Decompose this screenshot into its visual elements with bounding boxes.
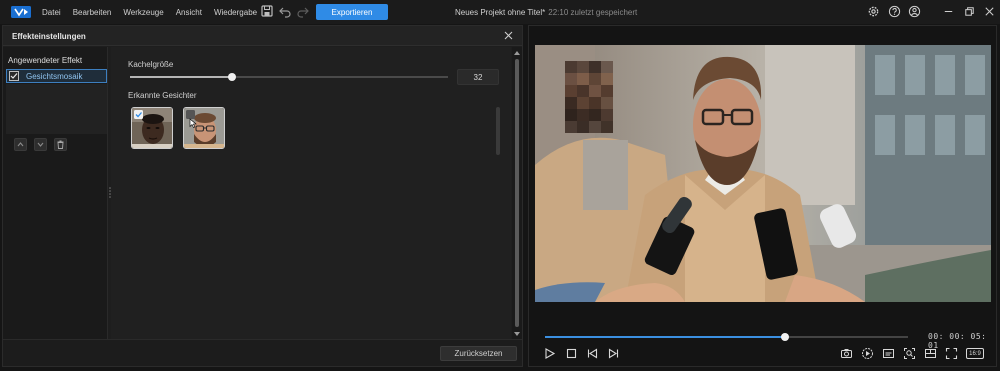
reset-button[interactable]: Zurücksetzen <box>440 346 517 361</box>
tile-size-slider[interactable] <box>130 73 448 81</box>
next-frame-icon[interactable] <box>607 347 620 360</box>
close-panel-icon[interactable] <box>503 30 514 41</box>
panel-title: Effekteinstellungen <box>12 32 86 41</box>
menu-bearbeiten[interactable]: Bearbeiten <box>73 8 112 17</box>
undo-icon[interactable] <box>278 4 292 18</box>
trash-icon <box>57 140 64 149</box>
main-menu: Datei Bearbeiten Werkzeuge Ansicht Wiede… <box>42 0 269 24</box>
effect-checkbox[interactable] <box>9 71 19 81</box>
face-mosaic <box>565 61 613 133</box>
subtitle-icon[interactable] <box>882 347 895 360</box>
play-icon[interactable] <box>543 347 556 360</box>
effect-settings-area: Kachelgröße 32 Erkannte Gesichter <box>111 47 511 339</box>
applied-effect-header: Angewendeter Effekt <box>8 56 83 65</box>
panel-footer: Zurücksetzen <box>3 339 522 366</box>
saved-status: 22:10 zuletzt gespeichert <box>548 7 638 17</box>
help-icon[interactable] <box>888 5 901 18</box>
timeline-progress <box>545 336 785 338</box>
tile-size-label: Kachelgröße <box>128 60 174 69</box>
restore-icon[interactable] <box>963 5 976 18</box>
faces-scrollbar[interactable] <box>496 107 500 155</box>
delete-effect-button[interactable] <box>54 138 67 151</box>
account-icon[interactable] <box>908 5 921 18</box>
chevron-down-icon <box>37 142 44 147</box>
stop-icon[interactable] <box>565 347 578 360</box>
close-window-icon[interactable] <box>983 5 996 18</box>
effect-label: Gesichtsmosaik <box>26 72 83 81</box>
settings-scrollbar[interactable] <box>512 47 522 339</box>
timecode: 00: 00: 05: 01 <box>928 332 987 350</box>
save-icon[interactable] <box>260 4 274 18</box>
snapshot-camera-icon[interactable] <box>840 347 853 360</box>
settings-gear-icon[interactable] <box>867 5 880 18</box>
export-button[interactable]: Exportieren <box>316 4 388 20</box>
face-1-selected-icon <box>134 110 143 119</box>
scroll-up-icon[interactable] <box>512 49 522 57</box>
timeline-scrubber[interactable] <box>545 333 908 341</box>
scroll-down-icon[interactable] <box>512 330 522 338</box>
aspect-ratio-button[interactable]: 16:9 <box>966 348 984 359</box>
project-name: Neues Projekt ohne Titel* <box>455 7 546 17</box>
menu-wiedergabe[interactable]: Wiedergabe <box>214 8 257 17</box>
playback-quality-icon[interactable] <box>861 347 874 360</box>
detected-faces-label: Erkannte Gesichter <box>128 91 197 100</box>
layout-icon[interactable] <box>924 347 937 360</box>
tile-size-slider-knob[interactable] <box>227 73 236 81</box>
tile-size-input[interactable]: 32 <box>457 69 499 85</box>
fullscreen-icon[interactable] <box>945 347 958 360</box>
minimize-icon[interactable] <box>942 5 955 18</box>
detected-face-2[interactable] <box>183 107 225 149</box>
mouse-cursor-icon <box>189 118 197 128</box>
panel-header: Effekteinstellungen <box>3 26 522 46</box>
menu-werkzeuge[interactable]: Werkzeuge <box>123 8 163 17</box>
project-title: Neues Projekt ohne Titel* 22:10 zuletzt … <box>455 0 637 24</box>
chevron-up-icon <box>17 142 24 147</box>
checkmark-icon <box>10 73 18 79</box>
title-bar: Datei Bearbeiten Werkzeuge Ansicht Wiede… <box>0 0 1000 24</box>
app-logo-icon <box>11 6 31 18</box>
effect-item-gesichtsmosaik[interactable]: Gesichtsmosaik <box>6 69 107 83</box>
timeline-playhead[interactable] <box>780 333 789 341</box>
redo-icon[interactable] <box>296 4 310 18</box>
move-up-button[interactable] <box>14 138 27 151</box>
previous-frame-icon[interactable] <box>586 347 599 360</box>
applied-effects-column: Angewendeter Effekt Gesichtsmosaik <box>3 47 108 339</box>
settings-scroll-thumb[interactable] <box>515 59 519 327</box>
zoom-preview-icon[interactable] <box>903 347 916 360</box>
menu-ansicht[interactable]: Ansicht <box>176 8 202 17</box>
effect-settings-panel: Effekteinstellungen Angewendeter Effekt … <box>2 25 523 367</box>
effects-list-area <box>6 84 107 134</box>
preview-panel: 00: 00: 05: 01 16:9 <box>528 25 997 367</box>
menu-datei[interactable]: Datei <box>42 8 61 17</box>
detected-face-1[interactable] <box>131 107 173 149</box>
tile-size-slider-fill <box>130 76 232 78</box>
video-preview[interactable] <box>535 45 991 302</box>
move-down-button[interactable] <box>34 138 47 151</box>
